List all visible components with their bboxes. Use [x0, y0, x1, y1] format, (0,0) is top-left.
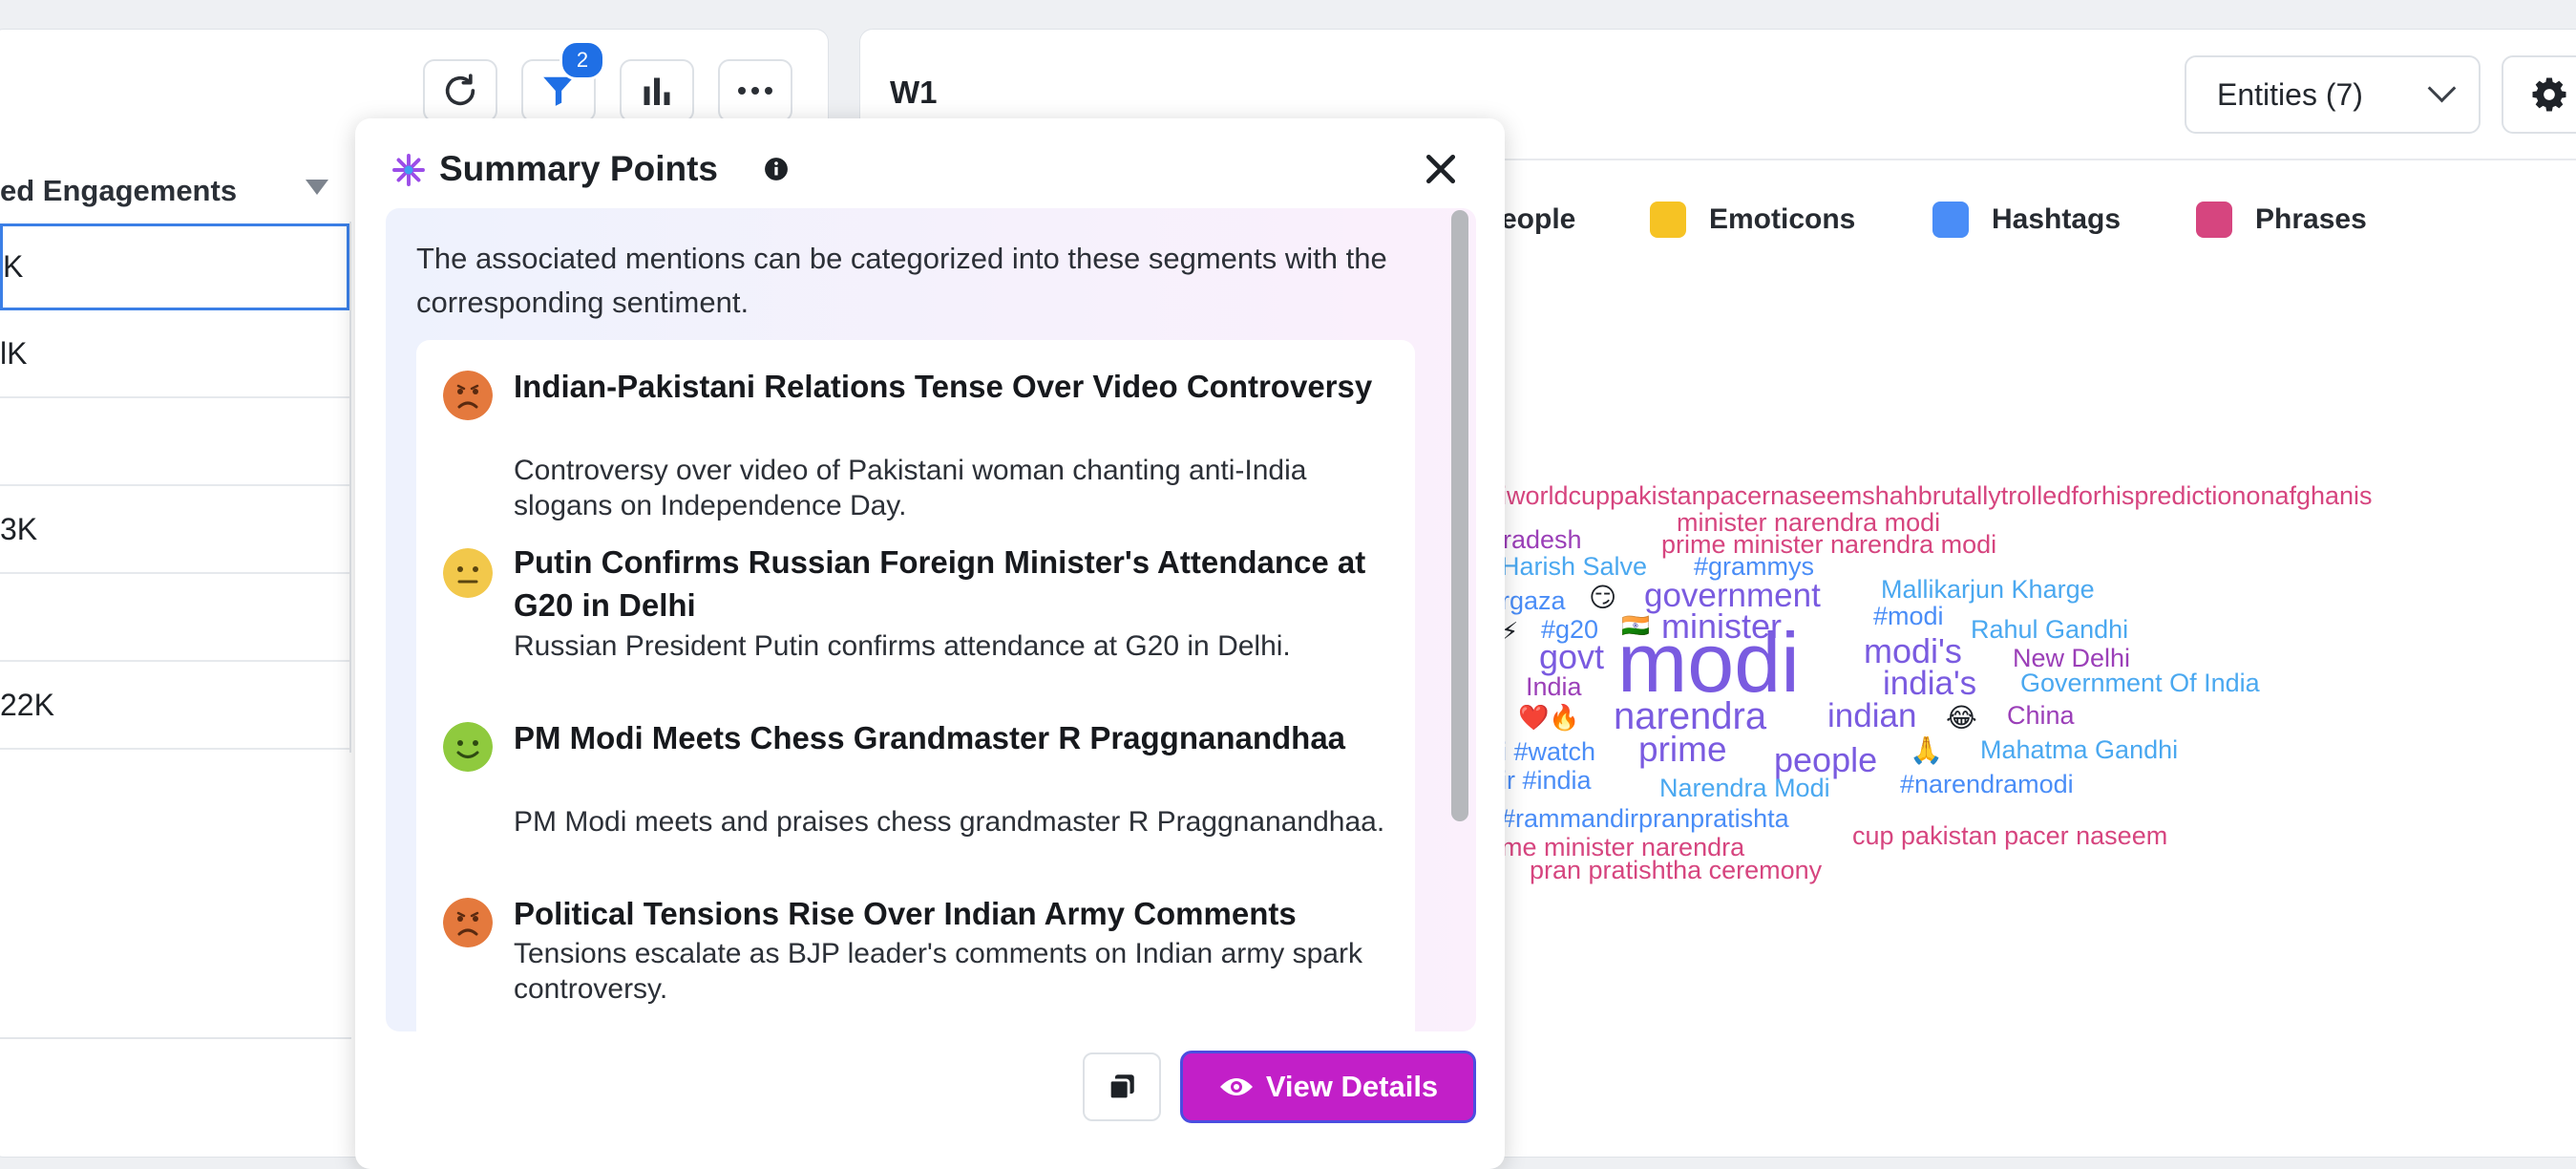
emoji-pray: 🙏: [1910, 735, 1943, 765]
emoji-smirk: 😏: [1589, 583, 1617, 612]
entities-dropdown-label: Entities (7): [2217, 76, 2363, 112]
copy-icon: [1108, 1074, 1134, 1101]
sentiment-positive-icon: [443, 722, 493, 772]
word-cloud-term[interactable]: rgaza: [1501, 588, 1566, 614]
more-options-button[interactable]: [718, 59, 792, 122]
refresh-icon: [445, 74, 475, 106]
word-cloud-term[interactable]: #modi: [1873, 604, 1944, 629]
legend-swatch: [2196, 202, 2232, 238]
summary-intro-text: The associated mentions can be categoriz…: [416, 242, 1387, 319]
column-header-label: ed Engagements: [0, 174, 238, 207]
word-cloud-term[interactable]: India: [1526, 674, 1582, 700]
legend-label: Hashtags: [1992, 203, 2122, 235]
sentiment-neutral-icon: [443, 548, 493, 598]
cell-value: 3K: [0, 512, 38, 546]
widget-title: W1: [890, 74, 938, 110]
word-cloud-term[interactable]: cup pakistan pacer naseem: [1852, 823, 2167, 849]
summary-point-title: Putin Confirms Russian Foreign Minister'…: [514, 544, 1366, 623]
word-cloud-term[interactable]: modi's: [1864, 634, 1962, 669]
word-cloud-term[interactable]: Harish Salve: [1501, 554, 1647, 580]
close-icon[interactable]: [1423, 151, 1459, 187]
word-cloud-term[interactable]: people: [1774, 743, 1877, 777]
filter-count-badge: 2: [560, 40, 605, 80]
word-cloud-term[interactable]: pran pratishtha ceremony: [1530, 858, 1822, 883]
view-details-label: View Details: [1265, 1070, 1439, 1103]
word-cloud-term[interactable]: Mahatma Gandhi: [1980, 737, 2178, 763]
chevron-down-icon: [2427, 74, 2457, 103]
summary-point-description: Controversy over video of Pakistani woma…: [514, 455, 1307, 521]
summary-point-title: Political Tensions Rise Over Indian Army…: [514, 896, 1297, 931]
legend-swatch: [1650, 202, 1686, 238]
emoji-laughing: 😂: [1946, 703, 1977, 733]
summary-point-description: PM Modi meets and praises chess grandmas…: [514, 806, 1385, 838]
summary-point-title: Indian-Pakistani Relations Tense Over Vi…: [514, 369, 1373, 404]
more-horizontal-icon: [738, 87, 772, 95]
copy-button[interactable]: [1083, 1052, 1161, 1121]
word-cloud-term[interactable]: i #watch: [1501, 739, 1595, 765]
word-cloud-term[interactable]: Mallikarjun Kharge: [1881, 577, 2095, 603]
cell-value: 22K: [0, 688, 54, 722]
word-cloud-term[interactable]: modi: [1617, 621, 1800, 705]
table-row[interactable]: [0, 575, 351, 662]
table-row[interactable]: 3K: [0, 487, 351, 574]
sentiment-negative-icon: [443, 371, 493, 420]
gear-icon: [2532, 77, 2566, 112]
word-cloud-term[interactable]: ir #india: [1501, 768, 1592, 794]
table-row[interactable]: lK: [0, 311, 351, 398]
word-cloud-term[interactable]: #grammys: [1694, 554, 1814, 580]
table-bottom-divider: [0, 1037, 351, 1039]
legend-item-phrases[interactable]: Phrases: [2196, 201, 2367, 239]
summary-point-title: PM Modi Meets Chess Grandmaster R Praggn…: [514, 720, 1346, 755]
scrollbar-thumb[interactable]: [1451, 210, 1468, 821]
table-row[interactable]: 22K: [0, 663, 351, 750]
word-cloud-term[interactable]: prime: [1638, 732, 1727, 767]
table-row[interactable]: [0, 399, 351, 486]
emoji-hearts-fire: ❤️🔥: [1518, 703, 1580, 732]
modal-title: Summary Points: [439, 149, 718, 188]
word-cloud-term[interactable]: #rammandirpranpratishta: [1501, 806, 1789, 832]
word-cloud-term[interactable]: radesh: [1503, 527, 1582, 553]
view-details-button[interactable]: View Details: [1180, 1051, 1476, 1123]
eye-icon: [1219, 1078, 1253, 1095]
column-header-engagements[interactable]: ed Engagements: [0, 160, 351, 222]
sort-down-icon[interactable]: [306, 180, 328, 195]
bar-chart-icon: [644, 77, 670, 105]
legend-item-hashtags[interactable]: Hashtags: [1932, 201, 2121, 239]
word-cloud-term[interactable]: govt: [1539, 640, 1604, 674]
sentiment-negative-icon: [443, 898, 493, 947]
refresh-button[interactable]: [423, 59, 497, 122]
cell-value: K: [3, 249, 24, 284]
summary-point-description: Russian President Putin confirms attenda…: [514, 630, 1291, 662]
legend-label: Emoticons: [1709, 203, 1856, 235]
legend-item-people[interactable]: eople: [1501, 201, 1575, 239]
legend-label: eople: [1501, 203, 1576, 235]
filter-button[interactable]: 2: [521, 40, 605, 122]
column-divider: [349, 222, 351, 753]
word-cloud-term[interactable]: China: [2007, 703, 2075, 729]
word-cloud-term[interactable]: New Delhi: [2013, 646, 2130, 671]
word-cloud-term[interactable]: india's: [1883, 667, 1976, 700]
word-cloud-term[interactable]: iworldcuppakistanpacernaseemshahbrutally…: [1501, 483, 2373, 509]
table-row[interactable]: K: [0, 223, 349, 310]
word-cloud-term[interactable]: indian: [1827, 699, 1916, 733]
entities-dropdown[interactable]: Entities (7): [2185, 55, 2481, 134]
sparkle-icon: [392, 154, 425, 186]
info-icon[interactable]: [764, 157, 789, 181]
legend-label: Phrases: [2255, 203, 2367, 235]
legend-item-emoticons[interactable]: Emoticons: [1650, 201, 1855, 239]
chart-view-button[interactable]: [620, 59, 694, 122]
summary-point-description: Tensions escalate as BJP leader's commen…: [514, 938, 1362, 1005]
word-cloud-term[interactable]: #narendramodi: [1900, 772, 2074, 797]
legend-swatch: [1932, 202, 1969, 238]
word-cloud-term[interactable]: Government Of India: [2020, 670, 2260, 696]
cell-value: lK: [0, 336, 28, 371]
word-cloud-term[interactable]: Narendra Modi: [1659, 776, 1830, 801]
settings-button[interactable]: [2502, 55, 2576, 134]
word-cloud-term[interactable]: Rahul Gandhi: [1971, 617, 2128, 643]
